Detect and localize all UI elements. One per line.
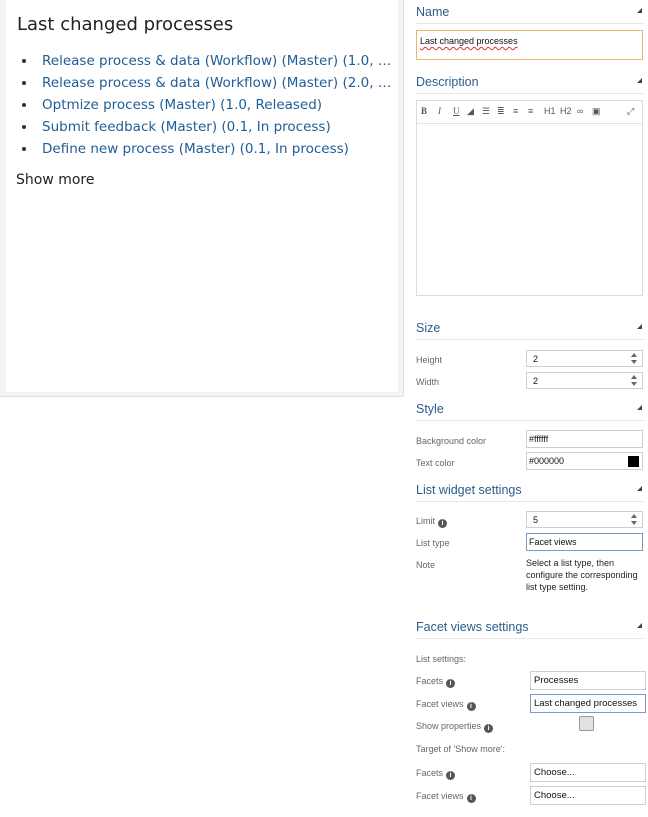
spinner-icon[interactable] bbox=[630, 513, 638, 526]
target-facets-label: Facets i bbox=[416, 768, 456, 780]
list-widget-section-header[interactable]: List widget settings bbox=[416, 480, 644, 502]
show-more-target-label: Target of 'Show more': bbox=[416, 744, 505, 754]
collapse-icon[interactable] bbox=[637, 8, 642, 13]
name-section-header[interactable]: Name bbox=[416, 2, 644, 24]
style-section-header[interactable]: Style bbox=[416, 399, 644, 421]
text-color-label: Text color bbox=[416, 458, 455, 468]
section-title: Name bbox=[416, 5, 450, 19]
h1-icon[interactable]: H1 bbox=[544, 104, 556, 118]
name-input[interactable]: Last changed processes bbox=[416, 30, 643, 60]
bullet-icon bbox=[22, 59, 26, 63]
editor-toolbar: B I U ◢ ☰ ≣ ≡ ≡ H1 H2 ∞ ▣ ⤢ bbox=[417, 104, 644, 120]
process-list: Release process & data (Workflow) (Maste… bbox=[17, 52, 397, 162]
section-title: Size bbox=[416, 321, 441, 335]
bullet-icon bbox=[22, 125, 26, 129]
indent-icon[interactable]: ≡ bbox=[528, 104, 533, 118]
widget-title: Last changed processes bbox=[17, 14, 234, 35]
facets-input[interactable]: Processes bbox=[530, 671, 646, 690]
width-label: Width bbox=[416, 377, 440, 387]
bullet-icon bbox=[22, 81, 26, 85]
height-stepper[interactable]: 2 bbox=[526, 350, 643, 367]
list-type-select[interactable]: Facet views bbox=[526, 533, 643, 551]
outdent-icon[interactable]: ≡ bbox=[513, 104, 518, 118]
limit-value: 5 bbox=[533, 515, 539, 525]
facets-label: Facets i bbox=[416, 676, 456, 688]
section-title: Facet views settings bbox=[416, 620, 529, 634]
name-value: Last changed processes bbox=[420, 36, 518, 46]
text-color-input[interactable]: #000000 bbox=[526, 452, 643, 470]
list-settings-label: List settings: bbox=[416, 654, 467, 664]
info-icon[interactable]: i bbox=[484, 724, 494, 733]
width-stepper[interactable]: 2 bbox=[526, 372, 643, 389]
bold-icon[interactable]: B bbox=[421, 104, 427, 118]
underline-icon[interactable]: U bbox=[453, 104, 460, 118]
section-title: Style bbox=[416, 402, 444, 416]
info-icon[interactable]: i bbox=[466, 794, 476, 803]
description-section-header[interactable]: Description bbox=[416, 72, 644, 94]
size-section-header[interactable]: Size bbox=[416, 318, 644, 340]
spinner-icon[interactable] bbox=[630, 374, 638, 387]
height-value: 2 bbox=[533, 354, 539, 364]
image-icon[interactable]: ▣ bbox=[592, 104, 601, 118]
target-facet-views-label: Facet views i bbox=[416, 791, 476, 803]
list-item: Submit feedback (Master) (0.1, In proces… bbox=[17, 118, 397, 140]
collapse-icon[interactable] bbox=[637, 405, 642, 410]
show-properties-checkbox[interactable] bbox=[579, 716, 594, 731]
facet-views-input[interactable]: Last changed processes bbox=[530, 694, 646, 713]
bullet-icon bbox=[22, 103, 26, 107]
note-text: Select a list type, then configure the c… bbox=[526, 558, 638, 592]
note-label: Note bbox=[416, 560, 436, 570]
collapse-icon[interactable] bbox=[637, 486, 642, 491]
widget-card: Last changed processes Release process &… bbox=[6, 0, 398, 392]
target-facet-views-select[interactable]: Choose... bbox=[530, 786, 646, 805]
height-label: Height bbox=[416, 355, 443, 365]
list-item: Optmize process (Master) (1.0, Released) bbox=[17, 96, 397, 118]
list-item: Release process & data (Workflow) (Maste… bbox=[17, 74, 397, 96]
list-item: Define new process (Master) (0.1, In pro… bbox=[17, 140, 397, 162]
process-link[interactable]: Release process & data (Workflow) (Maste… bbox=[42, 74, 397, 92]
width-value: 2 bbox=[533, 376, 539, 386]
facet-views-section-header[interactable]: Facet views settings bbox=[416, 617, 644, 639]
limit-label: Limit i bbox=[416, 516, 448, 528]
info-icon[interactable]: i bbox=[466, 702, 476, 711]
process-link[interactable]: Submit feedback (Master) (0.1, In proces… bbox=[42, 118, 397, 136]
process-link[interactable]: Optmize process (Master) (1.0, Released) bbox=[42, 96, 397, 114]
fullscreen-icon[interactable]: ⤢ bbox=[627, 104, 634, 118]
bullet-icon bbox=[22, 147, 26, 151]
h2-icon[interactable]: H2 bbox=[560, 104, 572, 118]
section-title: Description bbox=[416, 75, 479, 89]
process-link[interactable]: Define new process (Master) (0.1, In pro… bbox=[42, 140, 397, 158]
process-link[interactable]: Release process & data (Workflow) (Maste… bbox=[42, 52, 397, 70]
target-facets-select[interactable]: Choose... bbox=[530, 763, 646, 782]
collapse-icon[interactable] bbox=[637, 78, 642, 83]
collapse-icon[interactable] bbox=[637, 623, 642, 628]
show-more-link[interactable]: Show more bbox=[16, 172, 95, 188]
background-color-input[interactable]: #ffffff bbox=[526, 430, 643, 448]
spinner-icon[interactable] bbox=[630, 352, 638, 365]
limit-stepper[interactable]: 5 bbox=[526, 511, 643, 528]
list-item: Release process & data (Workflow) (Maste… bbox=[17, 52, 397, 74]
info-icon[interactable]: i bbox=[438, 519, 448, 528]
numbered-list-icon[interactable]: ≣ bbox=[497, 104, 505, 118]
list-type-label: List type bbox=[416, 538, 450, 548]
link-icon[interactable]: ∞ bbox=[577, 104, 583, 118]
collapse-icon[interactable] bbox=[637, 324, 642, 329]
widget-preview: Last changed processes Release process &… bbox=[0, 0, 404, 397]
paint-icon[interactable]: ◢ bbox=[467, 104, 474, 118]
section-title: List widget settings bbox=[416, 483, 522, 497]
color-swatch[interactable] bbox=[628, 456, 639, 467]
settings-panel: Name Last changed processes Description … bbox=[412, 0, 648, 817]
show-properties-label: Show properties i bbox=[416, 721, 494, 733]
description-textarea[interactable] bbox=[417, 123, 642, 295]
italic-icon[interactable]: I bbox=[438, 104, 441, 118]
bullet-list-icon[interactable]: ☰ bbox=[482, 104, 490, 118]
background-color-label: Background color bbox=[416, 436, 487, 446]
facet-views-label: Facet views i bbox=[416, 699, 476, 711]
info-icon[interactable]: i bbox=[446, 771, 456, 780]
description-editor: B I U ◢ ☰ ≣ ≡ ≡ H1 H2 ∞ ▣ ⤢ bbox=[416, 100, 643, 296]
info-icon[interactable]: i bbox=[446, 679, 456, 688]
